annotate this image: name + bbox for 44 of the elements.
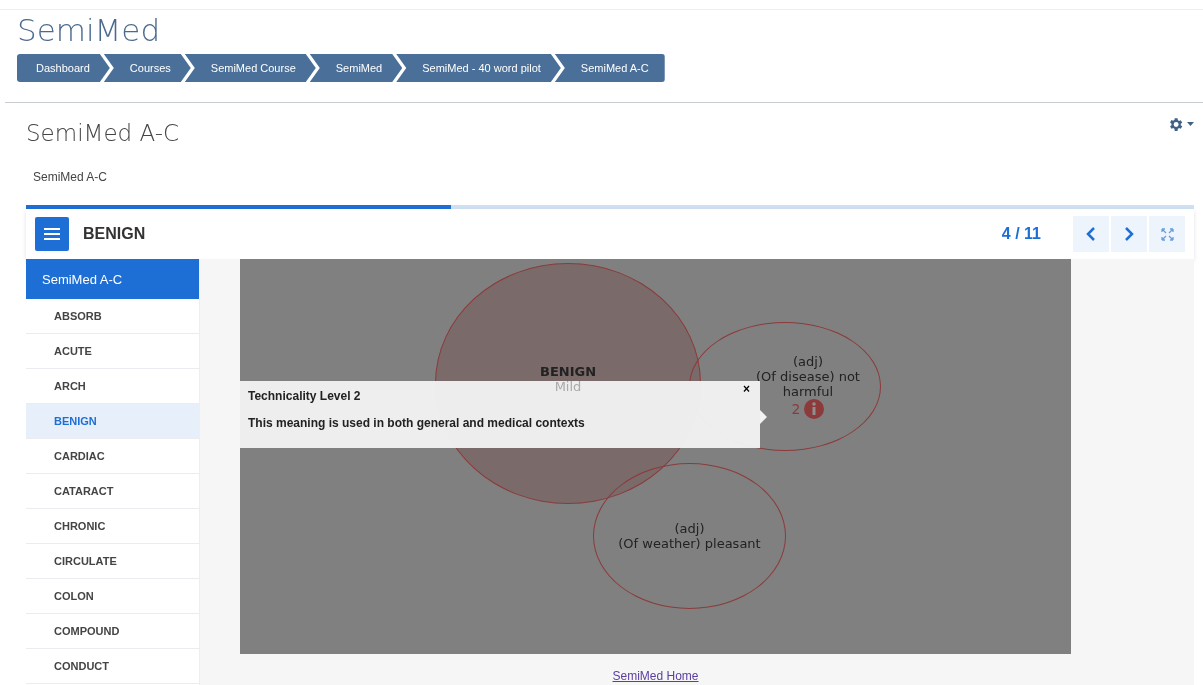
chapter-item[interactable]: BENIGN [26,404,199,439]
chapter-item[interactable]: CATARACT [26,474,199,509]
sidebar-heading[interactable]: SemiMed A-C [26,259,199,299]
sense-meaning: (Of weather) pleasant [618,536,761,551]
breadcrumb-link[interactable]: SemiMed [309,54,403,82]
caret-icon [1187,122,1194,126]
tooltip-text: This meaning is used in both general and medical contexts [248,416,585,430]
breadcrumb-link[interactable]: SemiMed Course [184,54,316,82]
close-button[interactable]: × [743,382,750,396]
breadcrumb-link[interactable]: Courses [103,54,191,82]
chapter-item[interactable]: CONDUCT [26,649,199,684]
intro-text: SemiMed A-C [33,170,109,184]
chapter-item[interactable]: ABSORB [26,299,199,334]
chapter-title: BENIGN [83,225,147,243]
site-title: SemiMed [17,12,162,48]
chapter-item[interactable]: CIRCULATE [26,544,199,579]
word-label: BENIGN [539,363,597,379]
sense-pos: (adj) [793,354,823,369]
fullscreen-icon [1160,227,1174,241]
breadcrumb-link[interactable]: Dashboard [17,54,110,82]
page-counter: 4 / 11 [1001,225,1041,243]
chapter-item[interactable]: COLON [26,579,199,614]
sense-pos: (adj) [674,521,705,536]
page-title: SemiMed A-C [26,120,180,148]
sense-meaning: (Of disease) not harmful [755,369,861,399]
settings-icon [1167,115,1184,133]
previous-button[interactable] [1073,216,1109,252]
next-button[interactable] [1111,216,1147,252]
chevron-right-icon [1124,226,1134,242]
tooltip-title: Technicality Level 2 [248,389,361,403]
level-number: 2 [791,401,801,417]
menu-button[interactable] [35,217,69,251]
info-icon[interactable] [804,399,825,419]
gloss-label: Mild [554,378,582,394]
chevron-left-icon [1086,226,1096,242]
chapter-item[interactable]: CARDIAC [26,439,199,474]
chapter-item[interactable]: CHRONIC [26,509,199,544]
chapter-item[interactable]: ACUTE [26,334,199,369]
settings-menu-button[interactable] [1167,116,1194,132]
menu-icon [44,228,60,240]
chapter-item[interactable]: COMPOUND [26,614,199,649]
breadcrumb-link[interactable]: SemiMed - 40 word pilot [396,54,561,82]
breadcrumb-link[interactable]: SemiMed A-C [554,54,665,82]
home-link[interactable]: SemiMed Home [612,669,699,683]
